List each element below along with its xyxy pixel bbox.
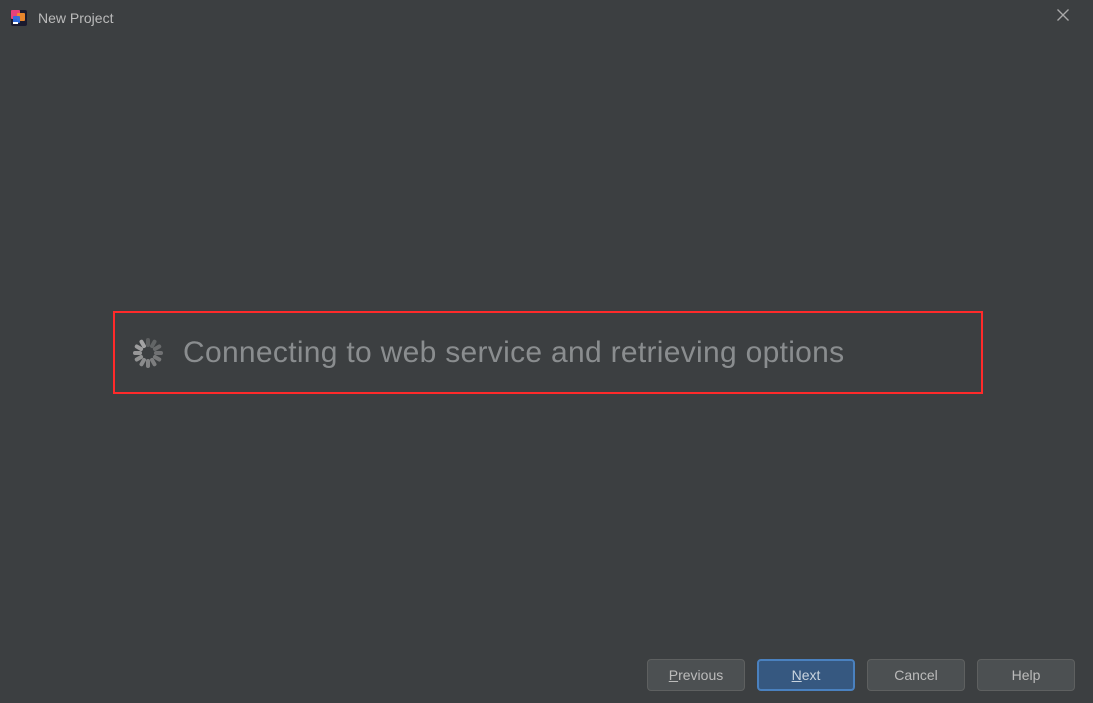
close-icon: [1057, 9, 1069, 21]
previous-mnemonic: P: [669, 667, 678, 683]
spinner-icon: [131, 336, 165, 370]
titlebar: New Project: [0, 0, 1093, 36]
previous-button[interactable]: Previous: [647, 659, 745, 691]
next-rest: ext: [802, 667, 821, 683]
window-title: New Project: [38, 10, 113, 26]
loading-message: Connecting to web service and retrieving…: [183, 336, 844, 370]
button-bar: Previous Next Cancel Help: [0, 647, 1093, 703]
intellij-icon: [10, 9, 28, 27]
cancel-button[interactable]: Cancel: [867, 659, 965, 691]
previous-rest: revious: [678, 667, 723, 683]
next-button[interactable]: Next: [757, 659, 855, 691]
loading-status-highlight: Connecting to web service and retrieving…: [113, 311, 983, 394]
help-button[interactable]: Help: [977, 659, 1075, 691]
next-mnemonic: N: [792, 667, 802, 683]
close-button[interactable]: [1040, 0, 1085, 30]
content-area: Connecting to web service and retrieving…: [0, 36, 1093, 647]
